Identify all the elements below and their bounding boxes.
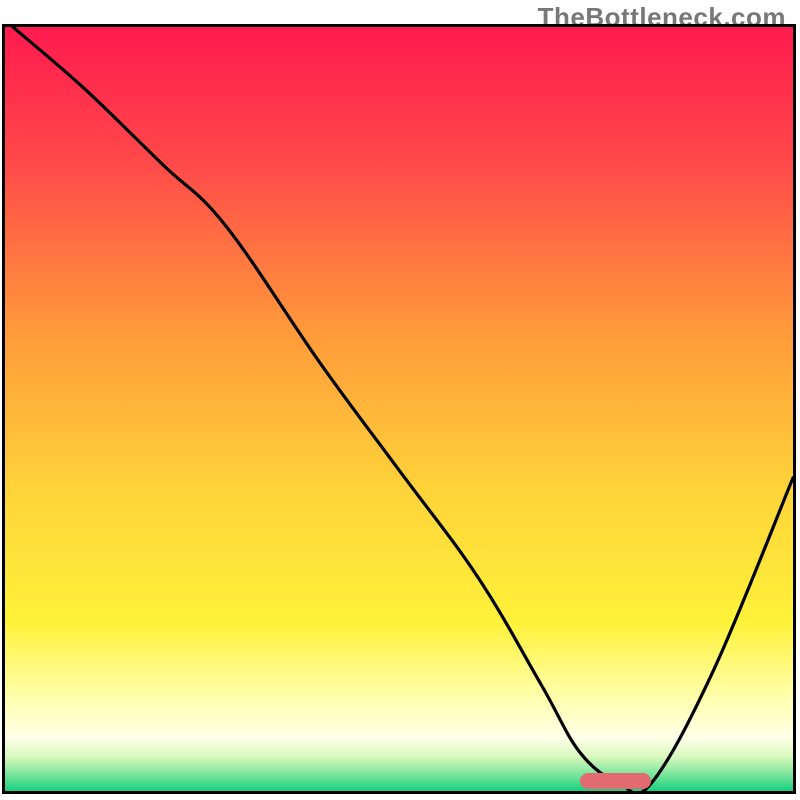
optimal-range-marker: [580, 773, 651, 789]
bottleneck-curve: [5, 27, 793, 791]
chart-frame: TheBottleneck.com: [0, 0, 800, 800]
plot-area: [2, 24, 796, 794]
